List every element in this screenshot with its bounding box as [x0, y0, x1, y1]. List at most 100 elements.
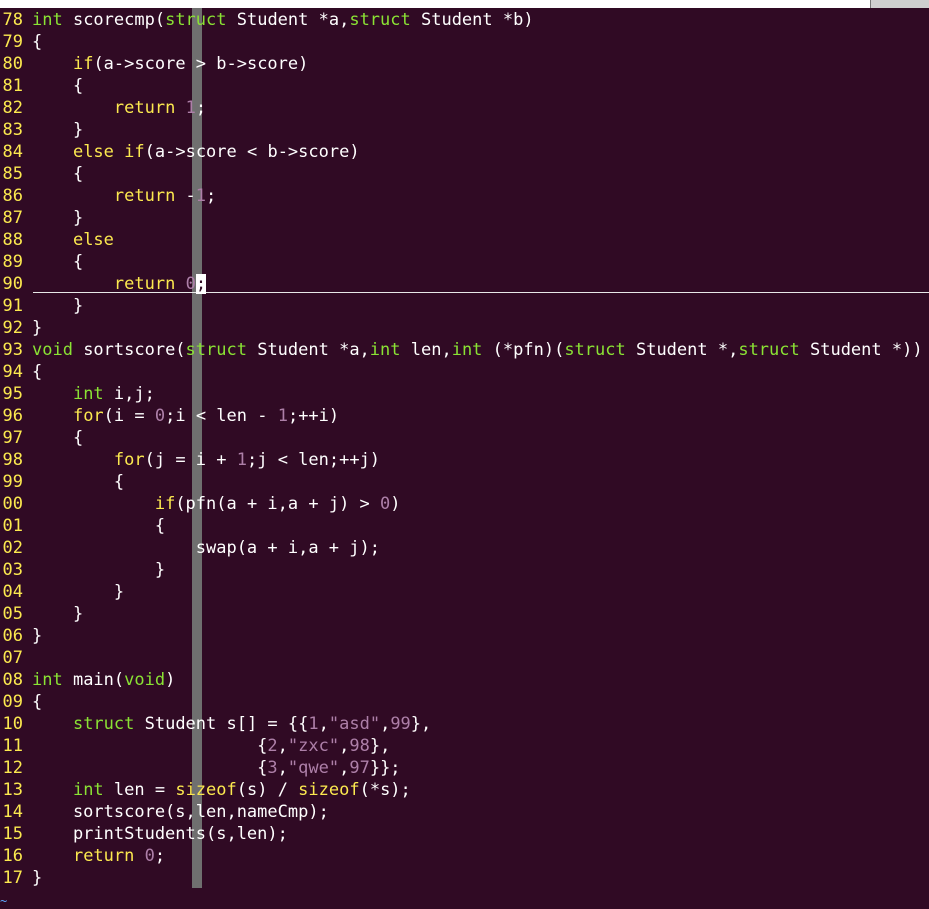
code-line[interactable]: 11 {2,"zxc",98}, — [0, 735, 929, 757]
code-line[interactable]: 79 { — [0, 31, 929, 53]
code-line[interactable]: 10 struct Student s[] = {{1,"asd",99}, — [0, 713, 929, 735]
code-token: if — [154, 494, 176, 514]
text-cursor: ; — [195, 274, 207, 294]
code-line[interactable]: 91 } — [0, 295, 929, 317]
code-line[interactable]: 97 { — [0, 427, 929, 449]
code-token: sizeof — [175, 780, 237, 800]
code-token: 98 — [349, 736, 370, 756]
line-code: else if(a->score < b->score) — [32, 141, 360, 163]
code-line[interactable]: 99 { — [0, 471, 929, 493]
code-token: return — [113, 274, 176, 294]
code-token: struct — [564, 340, 626, 360]
code-token: } — [32, 296, 84, 316]
code-token: "zxc" — [287, 736, 340, 756]
line-code: int len = sizeof(s) / sizeof(*s); — [32, 779, 411, 801]
code-token: struct — [738, 340, 800, 360]
code-line[interactable]: 78 int scorecmp(struct Student *a,struct … — [0, 9, 929, 31]
line-code: return 1; — [32, 97, 206, 119]
code-line[interactable]: 03 } — [0, 559, 929, 581]
code-line[interactable]: 92} — [0, 317, 929, 339]
code-token: for — [72, 406, 104, 426]
code-token: ; — [154, 846, 166, 866]
code-line[interactable]: 94 { — [0, 361, 929, 383]
code-token: Student *b) — [410, 10, 534, 30]
code-line[interactable]: 15 printStudents(s,len); — [0, 823, 929, 845]
code-line[interactable]: 89 { — [0, 251, 929, 273]
code-token: printStudents(s,len); — [32, 824, 288, 844]
code-token: struct — [72, 714, 135, 734]
line-code: { — [32, 515, 165, 537]
code-line[interactable]: 93 void sortscore(struct Student *a,int l… — [0, 339, 929, 361]
code-line[interactable]: 81 { — [0, 75, 929, 97]
code-token: if — [124, 142, 145, 162]
code-line[interactable]: 02 swap(a + i,a + j); — [0, 537, 929, 559]
code-line[interactable]: 05 } — [0, 603, 929, 625]
code-token: 1 — [236, 450, 247, 470]
line-number: 79 — [2, 32, 23, 52]
code-line[interactable]: 84 else if(a->score < b->score) — [0, 141, 929, 163]
code-editor[interactable]: 78 int scorecmp(struct Student *a,struct … — [0, 9, 929, 889]
code-line[interactable]: 95 int i,j; — [0, 383, 929, 405]
code-token: 1 — [185, 98, 196, 118]
line-number: 86 — [2, 186, 23, 206]
code-token: int — [32, 670, 63, 690]
code-token: - — [175, 186, 196, 206]
code-line[interactable]: 85 { — [0, 163, 929, 185]
code-line[interactable]: 04 } — [0, 581, 929, 603]
line-code: printStudents(s,len); — [32, 823, 288, 845]
code-line[interactable]: 14 sortscore(s,len,nameCmp); — [0, 801, 929, 823]
line-number: 97 — [2, 428, 23, 448]
code-line[interactable]: 17} — [0, 867, 929, 889]
line-number: 96 — [2, 406, 23, 426]
code-token: , — [339, 736, 350, 756]
code-line[interactable]: 00 if(pfn(a + i,a + j) > 0) — [0, 493, 929, 515]
line-number: 03 — [2, 560, 23, 580]
code-line[interactable]: 87 } — [0, 207, 929, 229]
code-line[interactable]: 06} — [0, 625, 929, 647]
code-token: 99 — [390, 714, 411, 734]
code-line[interactable]: 98 for(j = i + 1;j < len;++j) — [0, 449, 929, 471]
code-token: { — [32, 736, 268, 756]
line-code: { — [32, 251, 83, 273]
code-line[interactable]: 08 int main(void) — [0, 669, 929, 691]
code-line[interactable]: 80 if(a->score > b->score) — [0, 53, 929, 75]
code-line[interactable]: 13 int len = sizeof(s) / sizeof(*s); — [0, 779, 929, 801]
code-token: (*pfn)( — [482, 340, 565, 360]
code-line[interactable]: 01 { — [0, 515, 929, 537]
line-code: { — [32, 31, 42, 53]
line-number: 94 — [2, 362, 23, 382]
code-token: else — [72, 230, 114, 250]
code-line[interactable]: 83 } — [0, 119, 929, 141]
code-token: 1 — [277, 406, 288, 426]
code-token: if — [72, 54, 94, 74]
code-line[interactable]: 09 { — [0, 691, 929, 713]
code-line[interactable]: 90 return 0; — [0, 273, 929, 295]
code-line[interactable]: 16 return 0; — [0, 845, 929, 867]
code-line[interactable]: 82 return 1; — [0, 97, 929, 119]
code-token: struct — [185, 340, 247, 360]
code-line[interactable]: 88 else — [0, 229, 929, 251]
line-code: int scorecmp(struct Student *a,struct St… — [32, 9, 534, 31]
code-line[interactable]: 86 return -1; — [0, 185, 929, 207]
line-number: 16 — [2, 846, 23, 866]
scrollbar-thumb[interactable] — [870, 0, 929, 8]
code-token: sizeof — [298, 780, 360, 800]
code-line[interactable]: 12 {3,"qwe",97}}; — [0, 757, 929, 779]
line-code: { — [32, 75, 83, 97]
code-token: ; — [195, 98, 207, 118]
line-code: void sortscore(struct Student *a,int len… — [32, 339, 923, 361]
code-line[interactable]: 07 — [0, 647, 929, 669]
code-token: { — [32, 252, 84, 272]
code-token: { — [32, 516, 166, 536]
code-token: else — [72, 142, 114, 162]
code-line[interactable]: 96 for(i = 0;i < len - 1;++i) — [0, 405, 929, 427]
line-number: 81 — [2, 76, 23, 96]
